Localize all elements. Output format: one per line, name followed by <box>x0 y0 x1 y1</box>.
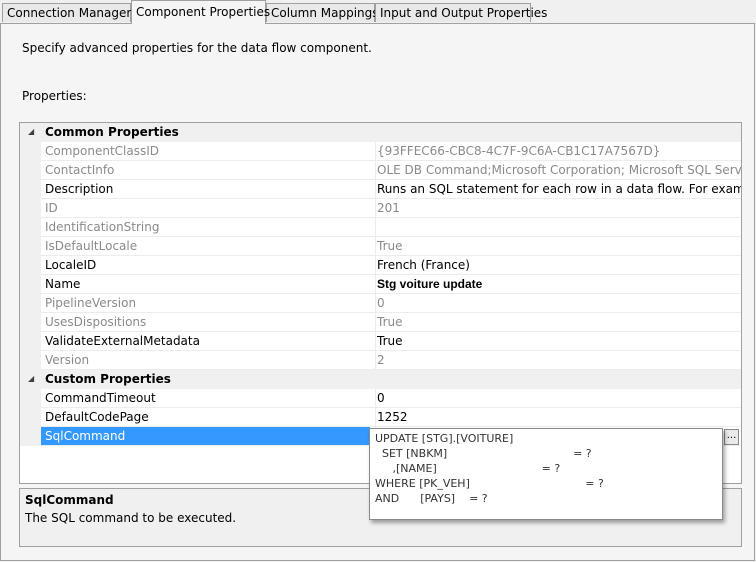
property-name: ID <box>45 201 58 215</box>
row-gutter <box>20 161 41 180</box>
property-row-description[interactable]: Description Runs an SQL statement for ea… <box>20 180 741 199</box>
property-name: IdentificationString <box>45 220 160 234</box>
ellipsis-button[interactable]: ... <box>724 429 739 445</box>
row-gutter <box>20 408 41 427</box>
row-gutter <box>20 275 41 294</box>
property-name: Name <box>45 277 81 291</box>
property-name: ValidateExternalMetadata <box>45 334 200 348</box>
category-common-properties[interactable]: ◢ Common Properties <box>20 123 741 142</box>
property-name: SqlCommand <box>41 427 370 445</box>
property-name: Version <box>45 353 90 367</box>
description-title: SqlCommand <box>25 493 114 507</box>
tab-input-output-properties[interactable]: Input and Output Properties <box>375 3 547 22</box>
row-gutter <box>20 256 41 275</box>
page-description: Specify advanced properties for the data… <box>22 41 372 55</box>
properties-label: Properties: <box>22 89 87 103</box>
category-custom-properties[interactable]: ◢ Custom Properties <box>20 370 741 389</box>
row-gutter <box>20 332 41 351</box>
category-label: Custom Properties <box>45 372 171 386</box>
property-name: DefaultCodePage <box>45 410 149 424</box>
collapse-triangle-icon[interactable]: ◢ <box>28 123 38 141</box>
row-gutter <box>20 313 41 332</box>
row-gutter <box>20 218 41 237</box>
property-value: True <box>375 313 741 331</box>
property-value: OLE DB Command;Microsoft Corporation; Mi… <box>375 161 742 179</box>
row-gutter <box>20 199 41 218</box>
row-gutter <box>20 142 41 161</box>
property-row-localeid[interactable]: LocaleID French (France) <box>20 256 741 275</box>
tab-component-properties[interactable]: Component Properties <box>131 0 270 24</box>
property-value: True <box>375 237 741 255</box>
property-row-isdefaultlocale[interactable]: IsDefaultLocale True <box>20 237 741 256</box>
property-value[interactable]: True <box>375 332 741 350</box>
property-row-usesdispositions[interactable]: UsesDispositions True <box>20 313 741 332</box>
property-row-name[interactable]: Name Stg voiture update <box>20 275 741 294</box>
property-name: Description <box>45 182 114 196</box>
property-name: LocaleID <box>45 258 97 272</box>
property-name: PipelineVersion <box>45 296 137 310</box>
tab-column-mappings[interactable]: Column Mappings <box>266 3 379 22</box>
collapse-triangle-icon[interactable]: ◢ <box>28 370 38 388</box>
property-value[interactable]: 0 <box>375 389 741 407</box>
row-gutter <box>20 427 41 446</box>
property-row-commandtimeout[interactable]: CommandTimeout 0 <box>20 389 741 408</box>
property-name: ContactInfo <box>45 163 115 177</box>
property-row-identificationstring[interactable]: IdentificationString <box>20 218 741 237</box>
row-gutter <box>20 389 41 408</box>
property-row-version[interactable]: Version 2 <box>20 351 741 370</box>
property-row-contactinfo[interactable]: ContactInfo OLE DB Command;Microsoft Cor… <box>20 161 741 180</box>
property-row-pipelineversion[interactable]: PipelineVersion 0 <box>20 294 741 313</box>
property-row-defaultcodepage[interactable]: DefaultCodePage 1252 <box>20 408 741 427</box>
property-row-componentclassid[interactable]: ComponentClassID {93FFEC66-CBC8-4C7F-9C6… <box>20 142 741 161</box>
property-name: IsDefaultLocale <box>45 239 138 253</box>
property-value <box>375 218 741 236</box>
sql-command-editor[interactable]: UPDATE [STG].[VOITURE] SET [NBKM] = ? ,[… <box>369 428 723 520</box>
row-gutter <box>20 237 41 256</box>
tab-connection-managers[interactable]: Connection Managers <box>2 3 138 22</box>
property-value[interactable]: Runs an SQL statement for each row in a … <box>375 180 741 198</box>
property-value: 2 <box>375 351 741 369</box>
tab-bar: Connection Managers Column Mappings Inpu… <box>0 0 756 24</box>
row-gutter <box>20 351 41 370</box>
property-value[interactable]: Stg voiture update <box>375 275 741 293</box>
property-name: UsesDispositions <box>45 315 147 329</box>
category-label: Common Properties <box>45 125 179 139</box>
property-row-validateexternalmetadata[interactable]: ValidateExternalMetadata True <box>20 332 741 351</box>
property-value[interactable]: French (France) <box>375 256 741 274</box>
property-value: 201 <box>375 199 741 217</box>
row-gutter <box>20 180 41 199</box>
property-value[interactable]: 1252 <box>375 408 741 426</box>
property-name: CommandTimeout <box>45 391 156 405</box>
property-row-id[interactable]: ID 201 <box>20 199 741 218</box>
row-gutter <box>20 294 41 313</box>
description-body: The SQL command to be executed. <box>25 511 237 525</box>
property-value: {93FFEC66-CBC8-4C7F-9C6A-CB1C17A7567D} <box>375 142 741 160</box>
property-value: 0 <box>375 294 741 312</box>
property-name: ComponentClassID <box>45 144 160 158</box>
